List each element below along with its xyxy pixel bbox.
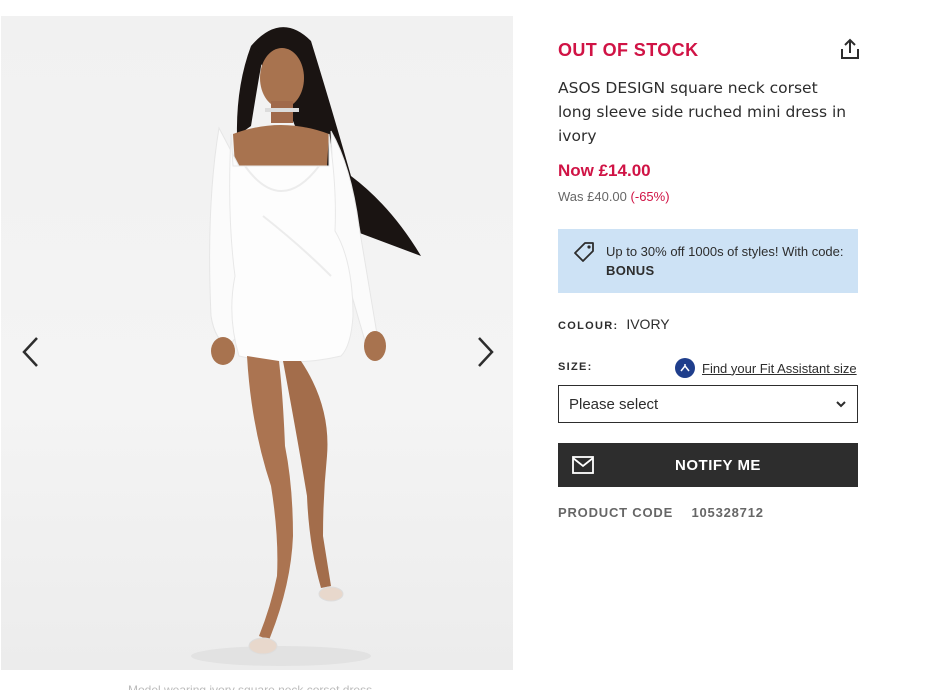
stock-status-row: OUT OF STOCK <box>558 40 858 61</box>
colour-row: COLOUR: IVORY <box>558 316 670 332</box>
notify-me-label: NOTIFY ME <box>675 456 761 474</box>
product-code-row: PRODUCT CODE 105328712 <box>558 505 764 520</box>
stock-status: OUT OF STOCK <box>558 40 699 60</box>
notify-me-button[interactable]: NOTIFY ME <box>558 443 858 487</box>
product-code-value: 105328712 <box>691 505 764 520</box>
colour-value: IVORY <box>626 316 670 332</box>
chevron-right-icon <box>478 337 494 367</box>
product-image-gallery[interactable] <box>1 16 513 670</box>
share-icon <box>841 38 859 59</box>
fit-assistant-text[interactable]: Find your Fit Assistant size <box>702 361 857 376</box>
promo-code: BONUS <box>606 263 655 278</box>
promo-banner: Up to 30% off 1000s of styles! With code… <box>558 229 858 293</box>
product-title: ASOS DESIGN square neck corset long slee… <box>558 79 847 145</box>
current-price: Now £14.00 <box>558 161 651 180</box>
size-label: SIZE: <box>558 361 593 373</box>
fit-assistant-link[interactable]: Find your Fit Assistant size <box>675 358 857 378</box>
fit-assistant-icon <box>675 358 695 378</box>
next-image-button[interactable] <box>469 334 501 370</box>
image-caption: Model wearing ivory square neck corset d… <box>128 683 373 690</box>
mail-icon <box>572 456 594 474</box>
previous-price: Was £40.00 (-65%) <box>558 189 670 204</box>
chevron-down-icon <box>836 401 846 408</box>
was-price: Was £40.00 <box>558 189 627 204</box>
size-select-value: Please select <box>569 395 659 413</box>
size-select[interactable]: Please select <box>558 385 858 423</box>
price-tag-icon <box>574 242 594 262</box>
product-code-label: PRODUCT CODE <box>558 505 674 520</box>
product-photo <box>191 27 421 666</box>
previous-image-button[interactable] <box>15 334 47 370</box>
discount-percent: (-65%) <box>630 189 670 204</box>
colour-label: COLOUR: <box>558 320 619 332</box>
share-button[interactable] <box>840 38 862 62</box>
promo-text: Up to 30% off 1000s of styles! With code… <box>606 244 844 259</box>
chevron-left-icon <box>22 337 38 367</box>
